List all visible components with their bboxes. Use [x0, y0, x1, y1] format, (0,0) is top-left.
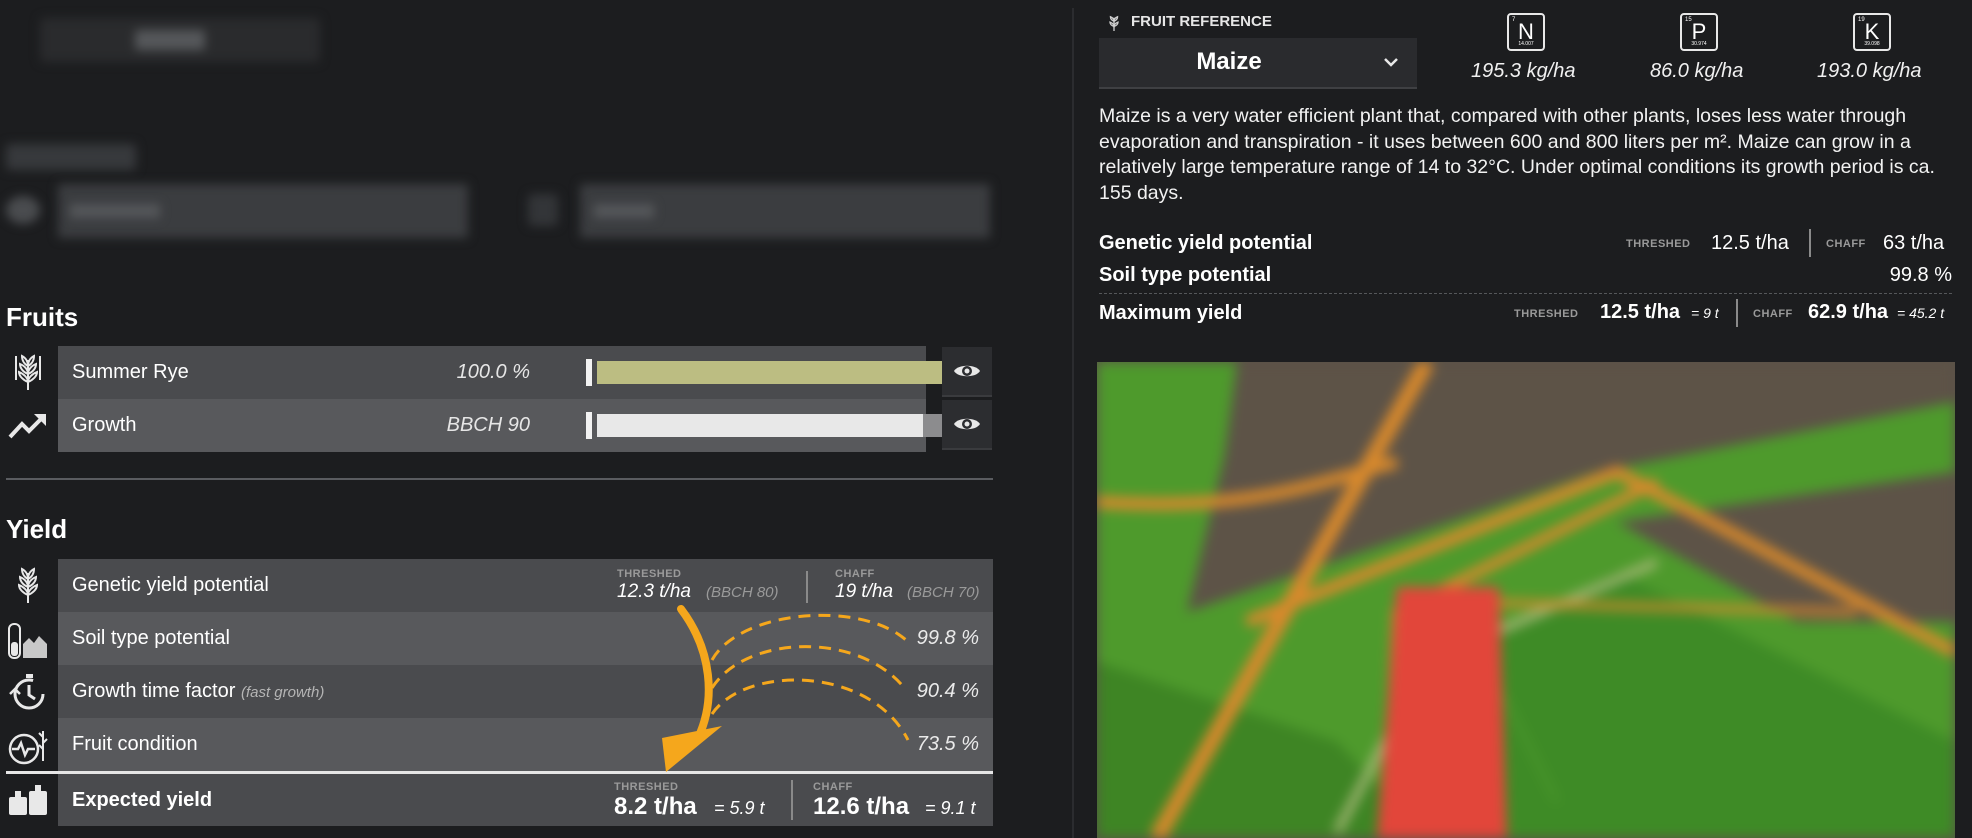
reference-maximum-row: Maximum yield THRESHED 12.5 t/ha = 9 t C… — [1099, 298, 1952, 328]
reference-maximum-chaff-total: = 45.2 t — [1897, 305, 1945, 321]
potassium-element-icon: 19 K 39.098 — [1853, 13, 1891, 51]
field-map[interactable] — [1097, 362, 1955, 838]
reference-soil-label: Soil type potential — [1099, 264, 1272, 286]
reference-maximum-threshed-total: = 9 t — [1691, 305, 1719, 321]
threshed-label: THRESHED — [1514, 308, 1579, 320]
threshed-label: THRESHED — [1626, 238, 1691, 250]
chaff-label: CHAFF — [1826, 238, 1866, 250]
reference-genetic-chaff: 63 t/ha — [1883, 232, 1945, 254]
fruit-select[interactable]: Maize — [1099, 38, 1417, 89]
reference-genetic-threshed: 12.5 t/ha — [1711, 232, 1789, 254]
divider — [1736, 299, 1738, 327]
reference-genetic-label: Genetic yield potential — [1099, 232, 1313, 254]
chaff-label: CHAFF — [1753, 308, 1793, 320]
reference-maximum-chaff: 62.9 t/ha — [1808, 301, 1889, 323]
chevron-down-icon — [1384, 58, 1398, 67]
phosphorus-element-icon: 15 P 30.974 — [1680, 13, 1718, 51]
yield-flow-arrows — [662, 605, 910, 772]
fruit-description: Maize is a very water efficient plant th… — [1099, 105, 1935, 204]
fruit-select-value: Maize — [1196, 48, 1262, 75]
potassium-amount: 193.0 kg/ha — [1817, 60, 1922, 82]
reference-maximum-label: Maximum yield — [1099, 302, 1243, 324]
nitrogen-amount: 195.3 kg/ha — [1471, 60, 1576, 82]
panel-divider — [1072, 8, 1074, 838]
left-panel: Fruits Summer Rye 100.0 % Growth BBCH 90… — [0, 0, 1072, 838]
reference-soil-row: Soil type potential 99.8 % — [1099, 260, 1952, 290]
divider — [1099, 293, 1952, 294]
wheat-icon — [1106, 14, 1122, 37]
reference-soil-value: 99.8 % — [1889, 264, 1952, 286]
nitrogen-element-icon: 7 N 14.007 — [1507, 13, 1545, 51]
reference-genetic-row: Genetic yield potential THRESHED 12.5 t/… — [1099, 228, 1952, 258]
divider — [1809, 229, 1811, 257]
reference-maximum-threshed: 12.5 t/ha — [1600, 301, 1681, 323]
phosphorus-amount: 86.0 kg/ha — [1650, 60, 1744, 82]
fruit-reference-heading: FRUIT REFERENCE — [1131, 13, 1272, 30]
